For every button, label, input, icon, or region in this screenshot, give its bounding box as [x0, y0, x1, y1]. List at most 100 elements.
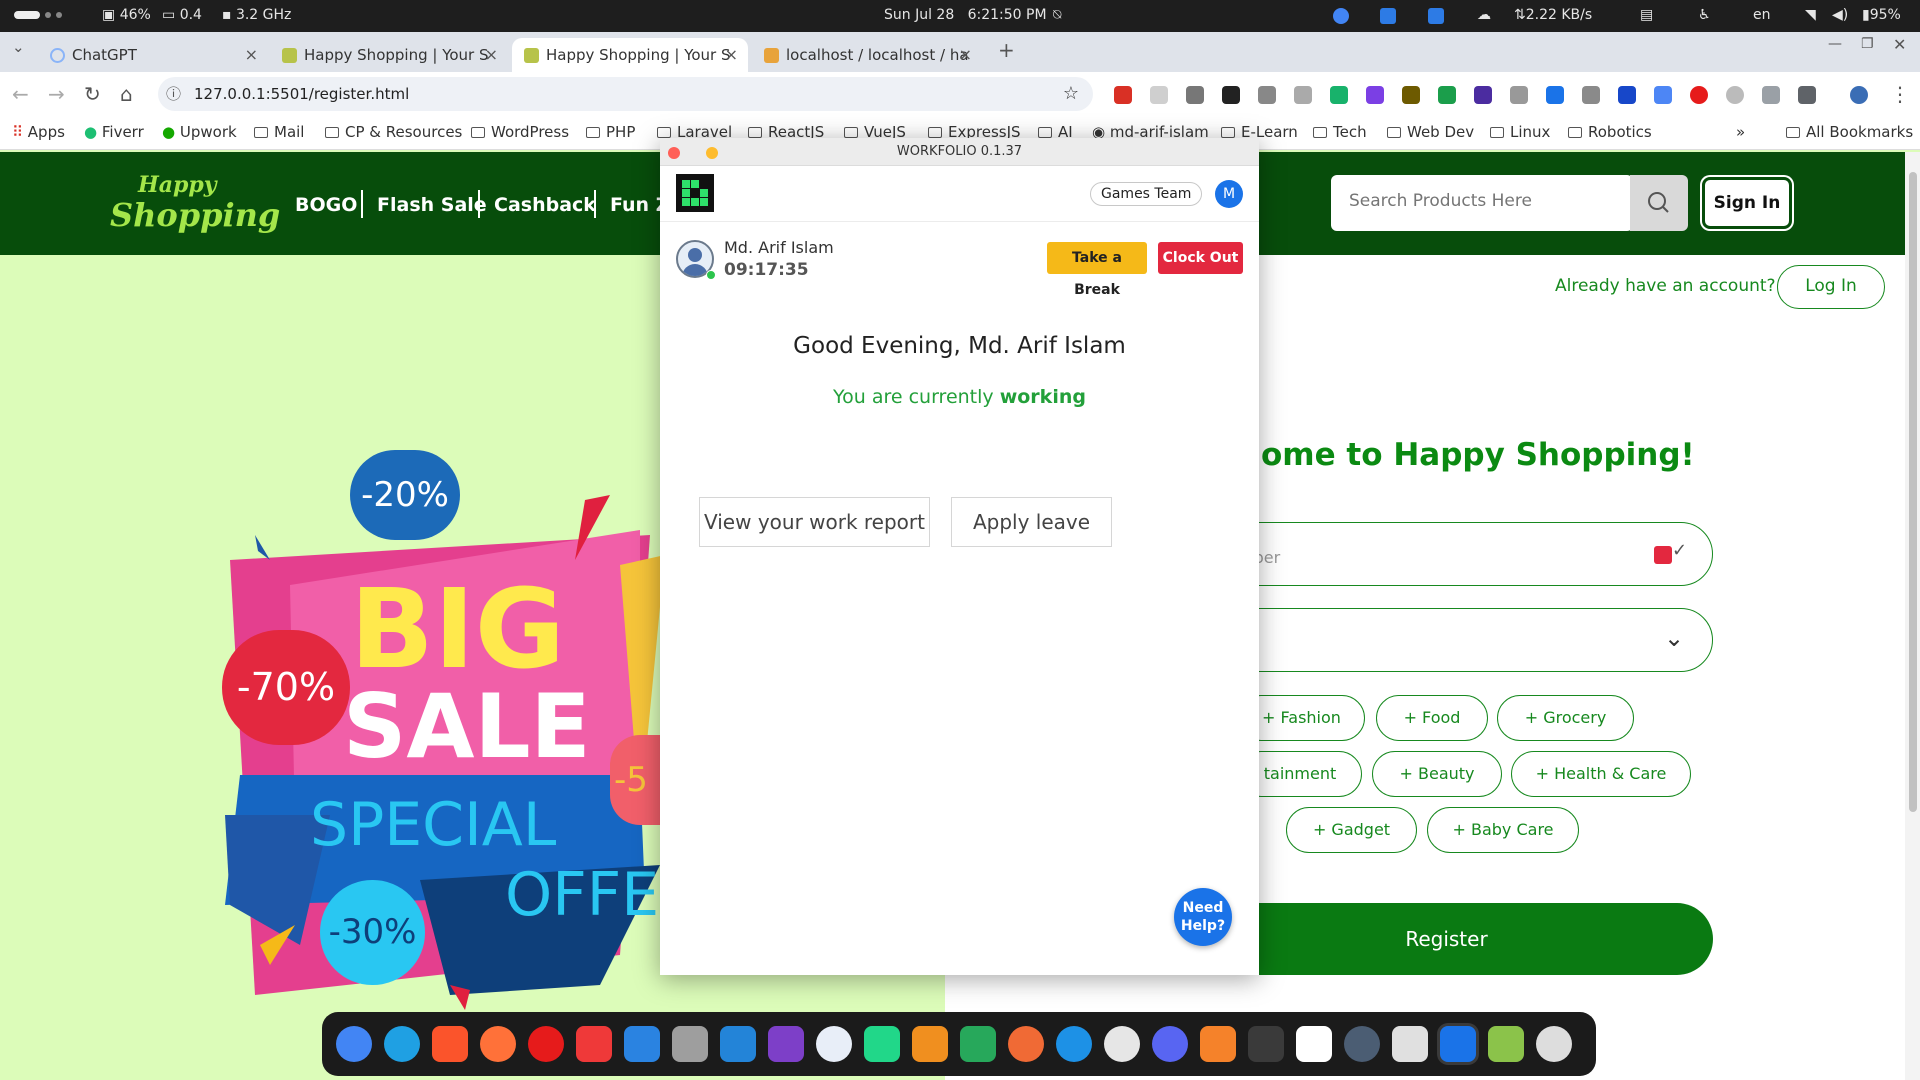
- opera-ext-icon[interactable]: [1690, 86, 1708, 104]
- chip-baby-care[interactable]: + Baby Care: [1427, 807, 1579, 853]
- bookmark-star-icon[interactable]: ☆: [1063, 77, 1079, 111]
- xampp-icon[interactable]: [1200, 1026, 1236, 1062]
- brave-icon[interactable]: [432, 1026, 468, 1062]
- chip-health-care[interactable]: + Health & Care: [1511, 751, 1691, 797]
- apply-leave-button[interactable]: Apply leave: [951, 497, 1112, 547]
- close-icon[interactable]: ×: [959, 38, 972, 72]
- cloud-icon[interactable]: ☁: [1477, 7, 1491, 23]
- files-icon[interactable]: [672, 1026, 708, 1062]
- ext-calendar-31-icon[interactable]: [1474, 86, 1492, 104]
- extensions-puzzle-icon[interactable]: [1798, 86, 1816, 104]
- tab-happy-shopping-1[interactable]: Happy Shopping | Your S ×: [270, 38, 508, 72]
- bookmark-wordpress[interactable]: WordPress: [471, 123, 569, 141]
- compass-ext-icon[interactable]: [1294, 86, 1312, 104]
- ext-icon-2[interactable]: [1150, 86, 1168, 104]
- shield-icon[interactable]: [1762, 86, 1780, 104]
- opera-icon[interactable]: [528, 1026, 564, 1062]
- notifications-off-icon[interactable]: ⍉: [1053, 7, 1061, 23]
- discord-icon[interactable]: [1152, 1026, 1188, 1062]
- bookmark-robotics[interactable]: Robotics: [1568, 123, 1652, 141]
- window-close-icon[interactable]: ✕: [1893, 35, 1906, 54]
- workfolio-dock-icon[interactable]: [1440, 1026, 1476, 1062]
- bookmark-linux[interactable]: Linux: [1490, 123, 1550, 141]
- bookmark-cp-resources[interactable]: CP & Resources: [325, 123, 462, 141]
- terminal-icon[interactable]: [1248, 1026, 1284, 1062]
- bookmark-webdev[interactable]: Web Dev: [1387, 123, 1474, 141]
- vue-devtools-icon[interactable]: [1186, 86, 1204, 104]
- calendar-ext-icon[interactable]: [1114, 86, 1132, 104]
- tab-chatgpt[interactable]: ChatGPT ×: [38, 38, 268, 72]
- reload-icon[interactable]: ↻: [84, 82, 101, 106]
- app-store-icon[interactable]: [816, 1026, 852, 1062]
- steam-icon[interactable]: [1344, 1026, 1380, 1062]
- workfolio-tray-icon-2[interactable]: [1428, 8, 1444, 24]
- page-scrollbar[interactable]: [1905, 152, 1920, 1080]
- app-icon-22[interactable]: [1392, 1026, 1428, 1062]
- bookmark-all-bookmarks[interactable]: All Bookmarks: [1786, 123, 1913, 141]
- ext-icon-9[interactable]: [1402, 86, 1420, 104]
- vscode-insiders-icon[interactable]: [960, 1026, 996, 1062]
- chip-food[interactable]: + Food: [1376, 695, 1488, 741]
- minimize-window-icon[interactable]: [706, 147, 718, 159]
- scrollbar-thumb[interactable]: [1909, 172, 1917, 812]
- volume-icon[interactable]: ◀): [1832, 7, 1848, 23]
- bookmark-upwork[interactable]: ● Upwork: [162, 123, 237, 141]
- back-arrow-icon[interactable]: ←: [12, 82, 29, 106]
- firefox-icon[interactable]: [480, 1026, 516, 1062]
- clipboard-icon[interactable]: ▤: [1640, 7, 1653, 23]
- vivaldi-icon[interactable]: [576, 1026, 612, 1062]
- site-info-icon[interactable]: ⓘ: [166, 77, 181, 111]
- trash-icon[interactable]: [1488, 1026, 1524, 1062]
- clock[interactable]: Sun Jul 28 6:21:50 PM: [884, 7, 1047, 23]
- nav-flash-sale[interactable]: Flash Sale: [377, 194, 487, 216]
- camera-ext-icon[interactable]: [1510, 86, 1528, 104]
- wifi-icon[interactable]: ◥: [1805, 7, 1816, 23]
- search-button[interactable]: [1630, 175, 1688, 231]
- thunderbird-icon[interactable]: [624, 1026, 660, 1062]
- forward-arrow-icon[interactable]: →: [48, 82, 65, 106]
- chip-gadget[interactable]: + Gadget: [1286, 807, 1417, 853]
- close-window-icon[interactable]: [668, 147, 680, 159]
- address-bar[interactable]: ⓘ 127.0.0.1:5501/register.html ☆: [158, 77, 1093, 111]
- password-manager-icon[interactable]: [1654, 546, 1672, 564]
- nav-cashback[interactable]: Cashback: [494, 194, 596, 216]
- bookmarks-overflow-chevron-icon[interactable]: »: [1736, 123, 1745, 141]
- log-in-button[interactable]: Log In: [1777, 265, 1885, 309]
- chip-grocery[interactable]: + Grocery: [1497, 695, 1634, 741]
- workfolio-titlebar[interactable]: WORKFOLIO 0.1.37: [660, 138, 1259, 166]
- new-tab-plus-icon[interactable]: +: [998, 38, 1015, 62]
- home-icon[interactable]: ⌂: [120, 82, 133, 106]
- tab-list-chevron-icon[interactable]: ⌄: [12, 38, 25, 56]
- sign-in-button[interactable]: Sign In: [1702, 177, 1792, 229]
- vscode-icon[interactable]: [720, 1026, 756, 1062]
- minimize-icon[interactable]: —: [1828, 36, 1842, 52]
- postman-icon[interactable]: [1008, 1026, 1044, 1062]
- site-logo[interactable]: Happy Shopping: [110, 172, 280, 242]
- ext-s-icon[interactable]: [1618, 86, 1636, 104]
- chrome-icon[interactable]: [336, 1026, 372, 1062]
- ext-icon-14[interactable]: [1582, 86, 1600, 104]
- register-button[interactable]: Register: [1180, 903, 1713, 975]
- translate-icon[interactable]: [1654, 86, 1672, 104]
- chip-beauty[interactable]: + Beauty: [1372, 751, 1502, 797]
- workfolio-tray-icon[interactable]: [1380, 8, 1396, 24]
- accessibility-icon[interactable]: ♿: [1698, 7, 1711, 23]
- bookmark-fiverr[interactable]: ● Fiverr: [84, 123, 144, 141]
- chrome-tray-icon[interactable]: [1333, 8, 1349, 24]
- maximize-icon[interactable]: ❐: [1861, 36, 1874, 52]
- battery-indicator[interactable]: ▮95%: [1862, 7, 1901, 23]
- close-icon[interactable]: ×: [725, 38, 738, 72]
- slack-icon[interactable]: [1104, 1026, 1140, 1062]
- bookmark-mail[interactable]: Mail: [254, 123, 304, 141]
- nav-bogo[interactable]: BOGO: [295, 194, 357, 216]
- team-badge[interactable]: Games Team: [1090, 182, 1203, 206]
- bookmark-php[interactable]: PHP: [586, 123, 635, 141]
- grammar-ext-icon[interactable]: [1330, 86, 1348, 104]
- ext-icon-18[interactable]: [1726, 86, 1744, 104]
- close-icon[interactable]: ×: [485, 38, 498, 72]
- grammarly-icon[interactable]: [1438, 86, 1456, 104]
- notion-icon[interactable]: [1296, 1026, 1332, 1062]
- clock-out-button[interactable]: Clock Out: [1158, 242, 1243, 274]
- tab-localhost[interactable]: localhost / localhost / ha ×: [752, 38, 982, 72]
- need-help-button[interactable]: Need Help?: [1174, 888, 1232, 946]
